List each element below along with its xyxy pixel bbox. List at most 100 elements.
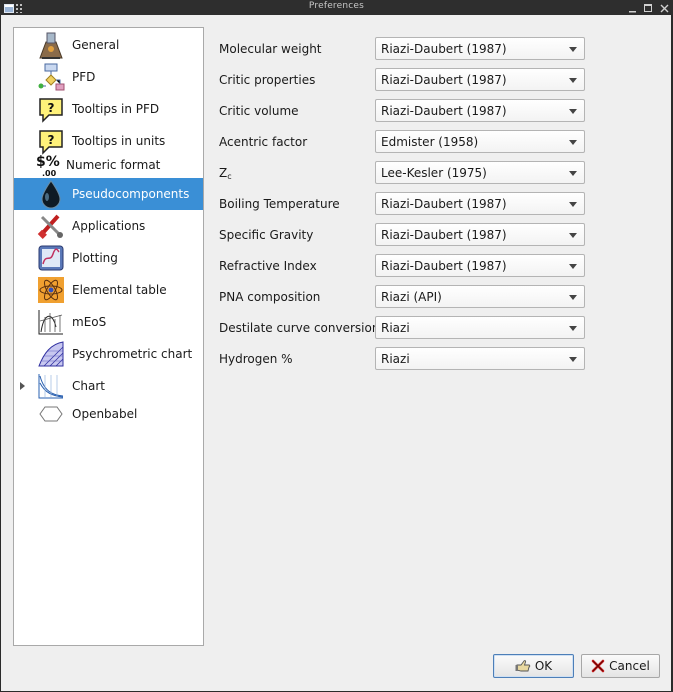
select-value: Riazi-Daubert (1987): [381, 197, 507, 211]
sidebar-item-applications[interactable]: Applications: [14, 210, 203, 242]
title-bar: Preferences: [0, 0, 673, 15]
sidebar-item-label: Elemental table: [72, 283, 167, 297]
sidebar-item-numeric-format[interactable]: $% .00 Numeric format: [14, 152, 203, 178]
chevron-down-icon: [569, 233, 577, 238]
field-label: Critic properties: [219, 73, 316, 87]
maximize-icon[interactable]: [644, 2, 653, 16]
select-value: Riazi-Daubert (1987): [381, 228, 507, 242]
cancel-x-icon: [591, 659, 605, 673]
field-label-main: Z: [219, 166, 228, 180]
sidebar-item-pfd[interactable]: PFD: [14, 61, 203, 93]
plotting-icon: [36, 243, 66, 273]
field-label: Destilate curve conversion: [219, 321, 380, 335]
form-row-molecular-weight: Molecular weight Riazi-Daubert (1987): [219, 37, 589, 62]
select-value: Riazi-Daubert (1987): [381, 104, 507, 118]
refractive-index-select[interactable]: Riazi-Daubert (1987): [375, 254, 585, 277]
tooltip-icon: ?: [36, 94, 66, 124]
atom-icon: [36, 275, 66, 305]
field-label: Critic volume: [219, 104, 299, 118]
select-value: Riazi (API): [381, 290, 442, 304]
select-value: Edmister (1958): [381, 135, 479, 149]
select-value: Riazi-Daubert (1987): [381, 259, 507, 273]
sidebar-item-label: Chart: [72, 379, 105, 393]
minimize-icon[interactable]: [629, 2, 637, 16]
pna-composition-select[interactable]: Riazi (API): [375, 285, 585, 308]
chevron-down-icon: [569, 357, 577, 362]
form-row-hydrogen: Hydrogen % Riazi: [219, 347, 589, 372]
form-row-acentric-factor: Acentric factor Edmister (1958): [219, 130, 589, 155]
chart-icon: [36, 371, 66, 401]
chevron-down-icon: [569, 264, 577, 269]
select-value: Riazi-Daubert (1987): [381, 42, 507, 56]
critic-properties-select[interactable]: Riazi-Daubert (1987): [375, 68, 585, 91]
field-label: Specific Gravity: [219, 228, 314, 242]
select-value: Riazi-Daubert (1987): [381, 73, 507, 87]
numeric-format-sub-glyph: .00: [42, 169, 57, 178]
specific-gravity-select[interactable]: Riazi-Daubert (1987): [375, 223, 585, 246]
window-title: Preferences: [308, 1, 365, 11]
sidebar-item-meos[interactable]: mEoS: [14, 306, 203, 338]
chevron-down-icon: [569, 109, 577, 114]
meos-chart-icon: [36, 307, 66, 337]
sidebar-item-tooltips-pfd[interactable]: ? Tooltips in PFD: [14, 93, 203, 125]
field-label: PNA composition: [219, 290, 321, 304]
sidebar-item-label: PFD: [72, 70, 96, 84]
chevron-down-icon: [569, 202, 577, 207]
sidebar-item-general[interactable]: General: [14, 29, 203, 61]
field-label: Boiling Temperature: [219, 197, 340, 211]
sidebar-item-psychrometric-chart[interactable]: Psychrometric chart: [14, 338, 203, 370]
form-row-boiling-temperature: Boiling Temperature Riazi-Daubert (1987): [219, 192, 589, 217]
acentric-factor-select[interactable]: Edmister (1958): [375, 130, 585, 153]
sidebar-item-label: Tooltips in units: [72, 134, 166, 148]
ok-hand-icon: [515, 659, 531, 673]
svg-text:?: ?: [48, 133, 55, 147]
chevron-down-icon: [569, 78, 577, 83]
svg-text:?: ?: [48, 101, 55, 115]
critic-volume-select[interactable]: Riazi-Daubert (1987): [375, 99, 585, 122]
zc-select[interactable]: Lee-Kesler (1975): [375, 161, 585, 184]
hexagon-icon: [36, 401, 66, 427]
general-icon: [36, 30, 66, 60]
sidebar-item-chart[interactable]: Chart: [14, 370, 203, 402]
sidebar-item-pseudocomponents[interactable]: Pseudocomponents: [14, 178, 203, 210]
sidebar-item-elemental-table[interactable]: Elemental table: [14, 274, 203, 306]
sidebar-item-label: mEoS: [72, 315, 107, 329]
numeric-format-icon: $% .00: [34, 150, 66, 180]
sidebar-item-label: Numeric format: [66, 158, 161, 172]
oil-drop-icon: [36, 179, 66, 209]
chevron-down-icon: [569, 295, 577, 300]
ok-button-label: OK: [534, 659, 553, 673]
numeric-format-glyph: $%: [36, 154, 60, 170]
preferences-tree[interactable]: General PFD ? Tooltips in PFD ? Tooltips…: [13, 27, 204, 646]
form-row-zc: Zc Lee-Kesler (1975): [219, 161, 589, 186]
sidebar-item-label: General: [72, 38, 120, 52]
close-icon[interactable]: [660, 2, 669, 16]
form-row-critic-properties: Critic properties Riazi-Daubert (1987): [219, 68, 589, 93]
form-row-specific-gravity: Specific Gravity Riazi-Daubert (1987): [219, 223, 589, 248]
sidebar-item-label: Tooltips in PFD: [72, 102, 160, 116]
flowchart-icon: [36, 62, 66, 92]
ok-button[interactable]: OK: [493, 654, 574, 678]
field-label: Molecular weight: [219, 42, 322, 56]
hydrogen-select[interactable]: Riazi: [375, 347, 585, 370]
expand-arrow-icon[interactable]: [20, 382, 25, 390]
boiling-temperature-select[interactable]: Riazi-Daubert (1987): [375, 192, 585, 215]
sidebar-item-label: Applications: [72, 219, 146, 233]
cancel-button-label: Cancel: [609, 659, 650, 673]
sidebar-item-plotting[interactable]: Plotting: [14, 242, 203, 274]
form-row-pna-composition: PNA composition Riazi (API): [219, 285, 589, 310]
form-row-destilate-curve-conversion: Destilate curve conversion Riazi: [219, 316, 589, 341]
field-label: Acentric factor: [219, 135, 308, 149]
field-label: Refractive Index: [219, 259, 317, 273]
select-value: Lee-Kesler (1975): [381, 166, 487, 180]
psychrometric-icon: [36, 339, 66, 369]
select-value: Riazi: [381, 352, 410, 366]
tools-icon: [36, 211, 66, 241]
destilate-curve-conversion-select[interactable]: Riazi: [375, 316, 585, 339]
sidebar-item-label: Psychrometric chart: [72, 347, 193, 361]
sidebar-item-openbabel[interactable]: Openbabel: [14, 401, 203, 427]
chevron-down-icon: [569, 140, 577, 145]
field-label-subscript: c: [227, 172, 232, 181]
cancel-button[interactable]: Cancel: [581, 654, 660, 678]
molecular-weight-select[interactable]: Riazi-Daubert (1987): [375, 37, 585, 60]
